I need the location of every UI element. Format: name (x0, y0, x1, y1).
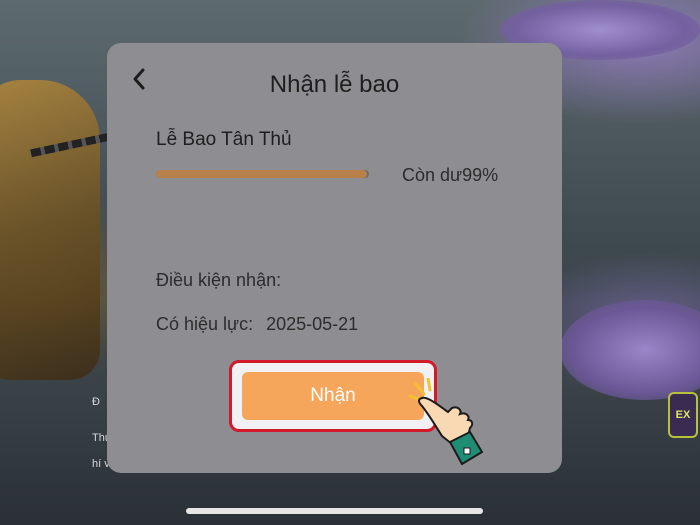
background-statue (0, 80, 100, 380)
validity-date: 2025-05-21 (266, 314, 359, 334)
validity-label: Có hiệu lực: (156, 314, 254, 334)
remaining-text: Còn dư99% (402, 165, 499, 185)
gift-claim-dialog: Nhận lễ bao Lễ Bao Tân Thủ Còn dư99% Điề… (107, 43, 562, 473)
remaining-progress-bar (156, 170, 369, 178)
gift-pack-name: Lễ Bao Tân Thủ (156, 129, 292, 150)
ex-badge[interactable]: EX (668, 392, 698, 438)
dialog-title: Nhận lễ bao (269, 71, 400, 98)
requirement-label: Điều kiện nhận: (156, 270, 282, 290)
pointing-hand-icon (408, 378, 484, 466)
claim-button[interactable]: Nhận (242, 372, 424, 420)
background-side-text: Đ (92, 396, 100, 408)
claim-button-highlight: Nhận (229, 360, 437, 432)
remaining-progress-fill (156, 170, 367, 178)
validity-row: Có hiệu lực: 2025-05-21 (156, 314, 358, 335)
requirement-row: Điều kiện nhận: (156, 270, 289, 291)
home-indicator[interactable] (186, 508, 483, 514)
